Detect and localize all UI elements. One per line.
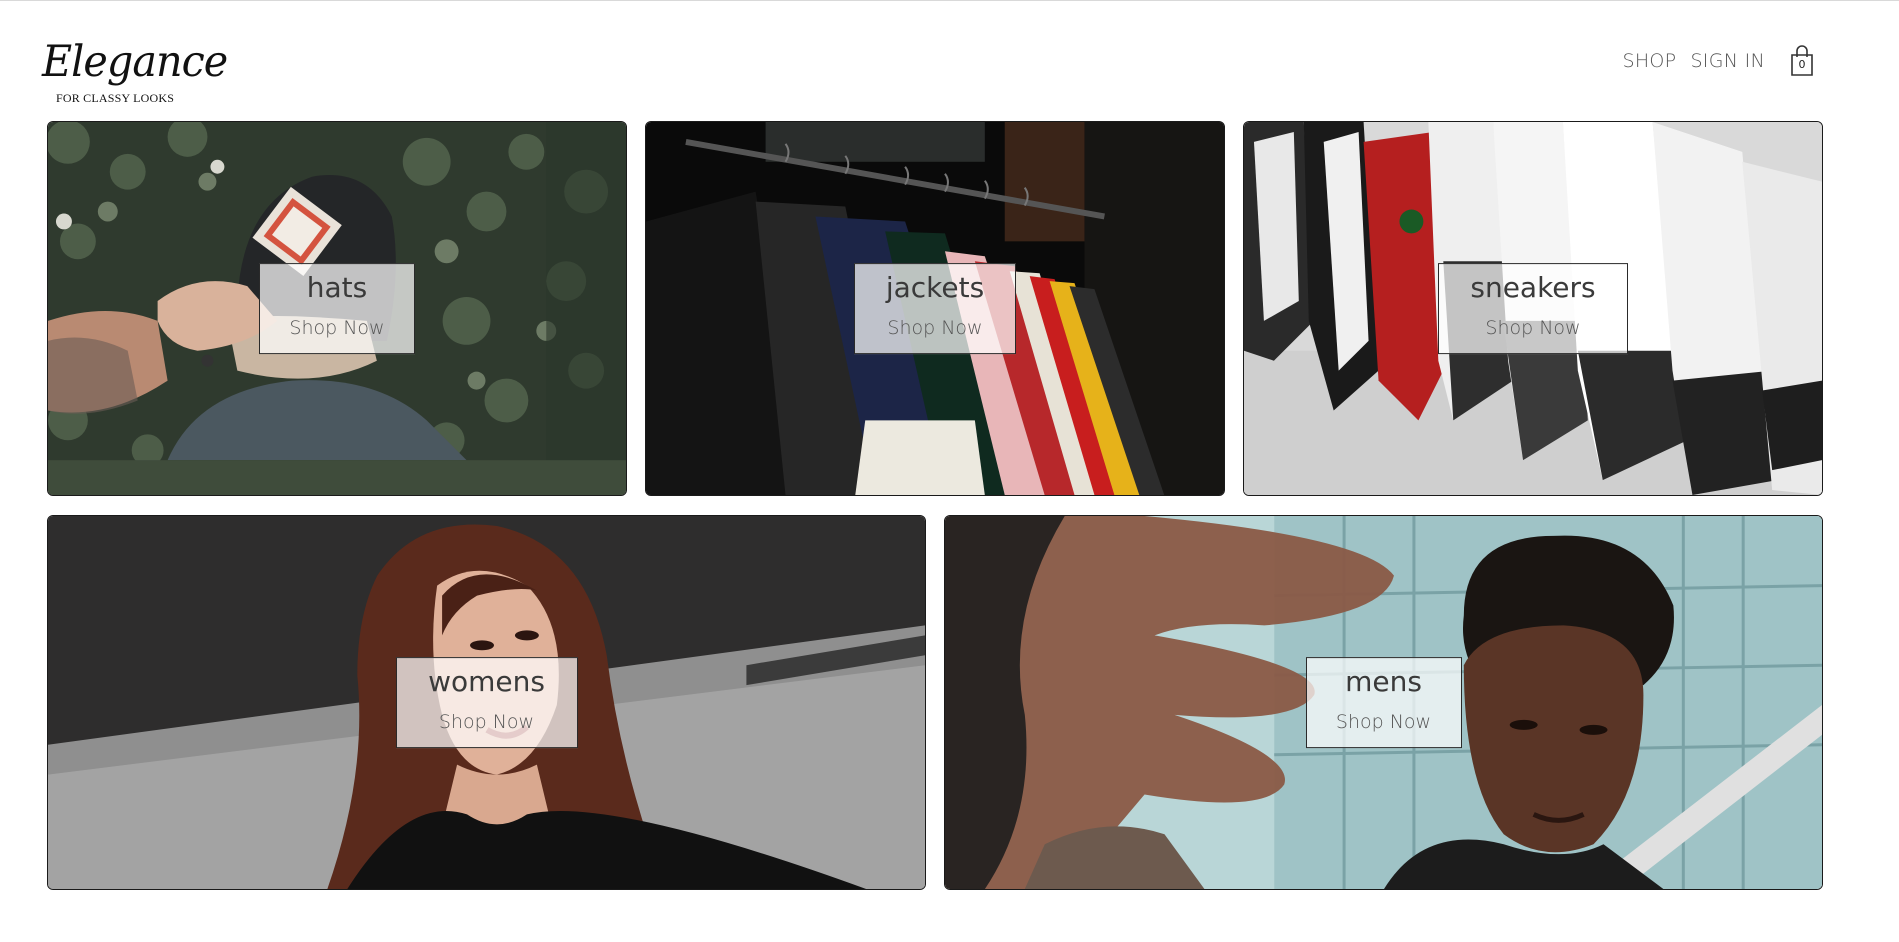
cart-button[interactable]: 0 <box>1787 45 1817 77</box>
category-tile-jackets[interactable]: jackets Shop Now <box>645 121 1225 496</box>
category-tile-mens[interactable]: mens Shop Now <box>944 515 1823 890</box>
mens-label-box[interactable]: mens Shop Now <box>1305 656 1462 749</box>
shop-now-link[interactable]: Shop Now <box>879 317 991 340</box>
shop-now-link[interactable]: Shop Now <box>1331 711 1437 734</box>
brand-tagline: FOR CLASSY LOOKS <box>56 91 175 105</box>
category-title: hats <box>306 270 368 304</box>
hats-label-box[interactable]: hats Shop Now <box>259 262 415 355</box>
nav-shop-link[interactable]: SHOP <box>1622 50 1676 72</box>
top-nav: SHOP SIGN IN 0 <box>1622 45 1817 77</box>
shop-now-link[interactable]: Shop Now <box>1463 317 1603 340</box>
shop-now-link[interactable]: Shop Now <box>284 317 390 340</box>
category-title: sneakers <box>1470 270 1596 304</box>
nav-sign-in-link[interactable]: SIGN IN <box>1690 50 1765 72</box>
category-title: mens <box>1345 664 1422 698</box>
brand-logo[interactable]: Elegance FOR CLASSY LOOKS <box>42 41 228 109</box>
category-title: womens <box>428 664 545 698</box>
brand-name: Elegance <box>42 37 228 87</box>
womens-label-box[interactable]: womens Shop Now <box>395 656 578 749</box>
sneakers-label-box[interactable]: sneakers Shop Now <box>1438 262 1628 355</box>
shop-now-link[interactable]: Shop Now <box>421 711 553 734</box>
category-tile-womens[interactable]: womens Shop Now <box>47 515 926 890</box>
category-title: jackets <box>885 270 985 304</box>
category-tile-hats[interactable]: hats Shop Now <box>47 121 627 496</box>
jackets-label-box[interactable]: jackets Shop Now <box>854 262 1016 355</box>
category-tile-sneakers[interactable]: sneakers Shop Now <box>1243 121 1823 496</box>
cart-count: 0 <box>1798 58 1806 71</box>
